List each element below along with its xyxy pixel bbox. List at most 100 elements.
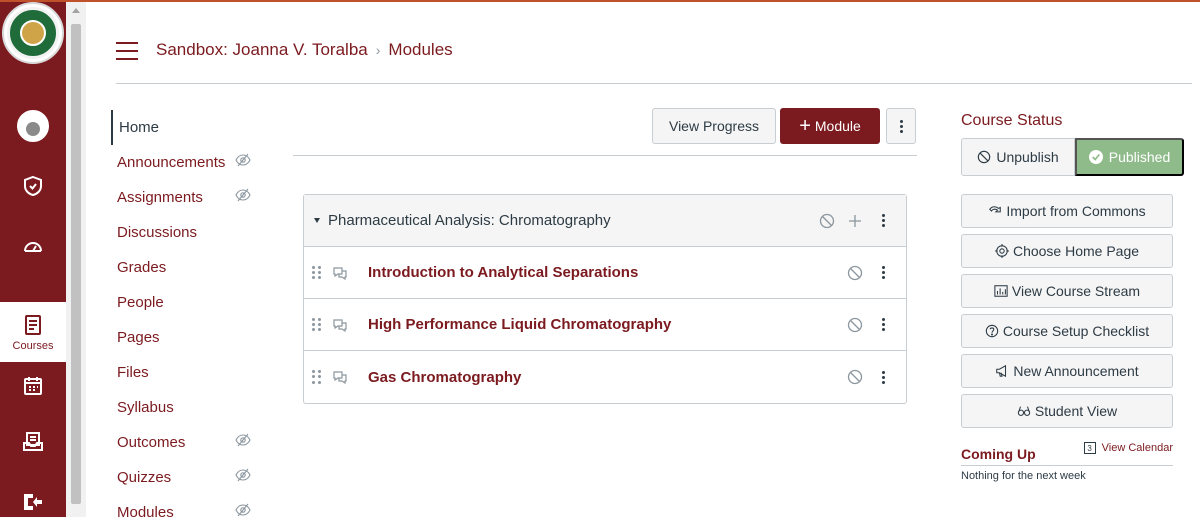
drag-handle-icon[interactable] xyxy=(312,370,322,384)
course-nav-item-announcements[interactable]: Announcements xyxy=(111,145,286,180)
import-from-commons-button[interactable]: Import from Commons xyxy=(961,194,1173,228)
glasses-icon xyxy=(1017,404,1031,418)
more-options-button[interactable] xyxy=(886,108,916,144)
hidden-eye-icon xyxy=(235,468,251,482)
avatar-icon xyxy=(17,110,49,142)
add-module-button[interactable]: + Module xyxy=(780,108,880,144)
module-items: Introduction to Analytical Separations Hi… xyxy=(304,247,906,403)
published-button[interactable]: Published xyxy=(1075,138,1184,176)
view-calendar-link[interactable]: 3 View Calendar xyxy=(1083,442,1173,454)
breadcrumb: Sandbox: Joanna V. Toralba › Modules xyxy=(156,40,453,60)
choose-home-page-button[interactable]: Choose Home Page xyxy=(961,234,1173,268)
shield-icon xyxy=(24,175,42,197)
unpublished-icon[interactable] xyxy=(846,368,864,386)
hamburger-menu-icon[interactable] xyxy=(116,42,138,60)
unpublish-icon xyxy=(978,150,991,164)
sidebar-buttons: Import from Commons Choose Home Page View … xyxy=(961,194,1189,428)
discussion-icon xyxy=(332,369,348,385)
calendar-small-icon: 3 xyxy=(1083,442,1096,454)
item-kebab-icon[interactable] xyxy=(874,368,892,386)
course-nav-label: Outcomes xyxy=(117,434,186,451)
item-kebab-icon[interactable] xyxy=(874,316,892,334)
item-kebab-icon[interactable] xyxy=(874,264,892,282)
course-nav-item-syllabus[interactable]: Syllabus xyxy=(111,390,286,425)
nav-courses[interactable]: Courses xyxy=(0,302,66,362)
nav-admin[interactable] xyxy=(0,156,66,216)
breadcrumb-course[interactable]: Sandbox: Joanna V. Toralba xyxy=(156,40,368,60)
module-item[interactable]: Introduction to Analytical Separations xyxy=(304,247,906,299)
course-nav-label: Syllabus xyxy=(117,399,174,416)
nav-logout[interactable] xyxy=(0,472,66,517)
nav-calendar[interactable] xyxy=(0,356,66,416)
unpublished-icon[interactable] xyxy=(818,212,836,230)
collapse-caret-icon[interactable] xyxy=(314,218,320,223)
check-icon xyxy=(1088,150,1103,164)
target-icon xyxy=(994,244,1009,258)
course-nav-label: Assignments xyxy=(117,189,203,206)
drag-handle-icon[interactable] xyxy=(312,317,322,332)
hidden-eye-icon xyxy=(235,153,251,167)
module-kebab-icon[interactable] xyxy=(874,212,892,230)
publish-toggle: Unpublish Published xyxy=(961,138,1189,176)
discussion-icon xyxy=(332,317,348,333)
unpublish-button[interactable]: Unpublish xyxy=(961,138,1075,176)
discussion-icon xyxy=(332,265,348,281)
course-nav-label: Announcements xyxy=(117,154,226,171)
module-item[interactable]: Gas Chromatography xyxy=(304,351,906,403)
modules-toolbar: View Progress + Module xyxy=(652,108,916,144)
module-item-title[interactable]: Introduction to Analytical Separations xyxy=(368,264,638,281)
course-nav-item-pages[interactable]: Pages xyxy=(111,320,286,355)
coming-up-title: Coming Up xyxy=(961,446,1036,462)
hidden-eye-icon xyxy=(235,188,251,202)
drag-handle-icon[interactable] xyxy=(312,265,322,280)
course-nav-label: Home xyxy=(119,119,160,136)
course-nav-item-outcomes[interactable]: Outcomes xyxy=(111,425,286,460)
unpublished-icon[interactable] xyxy=(846,316,864,334)
nav-dashboard[interactable] xyxy=(0,216,66,276)
new-announcement-button[interactable]: New Announcement xyxy=(961,354,1173,388)
scroll-up-icon[interactable] xyxy=(72,8,80,13)
question-icon xyxy=(985,324,999,338)
dashboard-icon xyxy=(24,242,42,252)
module-card: Pharmaceutical Analysis: Chromatography … xyxy=(303,194,907,404)
course-nav-item-quizzes[interactable]: Quizzes xyxy=(111,460,286,495)
course-nav-item-modules[interactable]: Modules xyxy=(111,495,286,517)
unpublished-icon[interactable] xyxy=(846,264,864,282)
module-item-title[interactable]: High Performance Liquid Chromatography xyxy=(368,316,671,333)
view-calendar-label: View Calendar xyxy=(1101,442,1173,454)
university-logo[interactable] xyxy=(2,2,64,64)
scrollbar-thumb[interactable] xyxy=(71,24,81,504)
view-progress-button[interactable]: View Progress xyxy=(652,108,776,144)
course-nav-label: Modules xyxy=(117,504,174,517)
module-item-actions xyxy=(846,247,892,298)
module-item-actions xyxy=(846,299,892,350)
course-nav-label: Pages xyxy=(117,329,160,346)
nav-account[interactable] xyxy=(0,96,66,156)
sidebar-button-label: View Course Stream xyxy=(1011,283,1141,299)
module-item-title[interactable]: Gas Chromatography xyxy=(368,369,521,386)
course-nav-label: Quizzes xyxy=(117,469,172,486)
course-setup-checklist-button[interactable]: Course Setup Checklist xyxy=(961,314,1173,348)
toolbar-divider xyxy=(293,155,917,156)
add-item-icon[interactable] xyxy=(846,212,864,230)
view-course-stream-button[interactable]: View Course Stream xyxy=(961,274,1173,308)
module-header[interactable]: Pharmaceutical Analysis: Chromatography xyxy=(304,195,906,247)
nav-scrollbar[interactable] xyxy=(66,2,86,517)
course-nav-item-assignments[interactable]: Assignments xyxy=(111,180,286,215)
course-status-heading: Course Status xyxy=(961,112,1063,129)
student-view-button[interactable]: Student View xyxy=(961,394,1173,428)
course-nav-item-discussions[interactable]: Discussions xyxy=(111,215,286,250)
hidden-eye-icon xyxy=(235,503,251,517)
calendar-icon xyxy=(24,377,42,395)
module-item[interactable]: High Performance Liquid Chromatography xyxy=(304,299,906,351)
course-nav-item-people[interactable]: People xyxy=(111,285,286,320)
breadcrumb-separator: › xyxy=(375,42,381,58)
course-nav-label: People xyxy=(117,294,164,311)
course-nav-item-files[interactable]: Files xyxy=(111,355,286,390)
course-nav-label: Files xyxy=(117,364,149,381)
published-label: Published xyxy=(1108,149,1171,165)
nav-inbox[interactable] xyxy=(0,412,66,472)
course-nav-item-home[interactable]: Home xyxy=(111,110,286,145)
kebab-icon xyxy=(894,117,908,135)
course-nav-item-grades[interactable]: Grades xyxy=(111,250,286,285)
